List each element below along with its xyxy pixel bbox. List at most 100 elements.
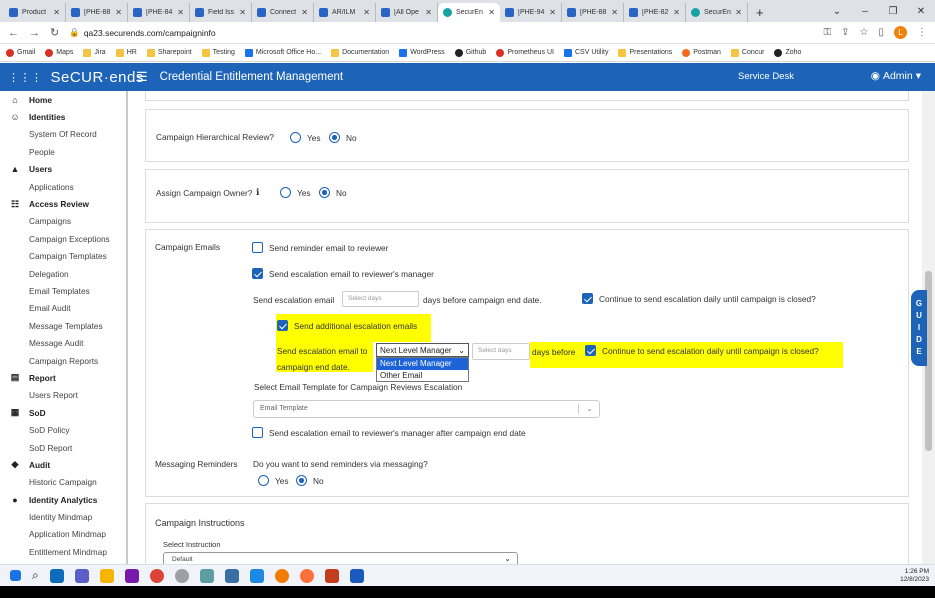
hamburger-menu-icon[interactable]: ☰	[136, 69, 148, 85]
bookmark-item[interactable]: Github	[454, 48, 486, 57]
tab-close-icon[interactable]: ✕	[115, 8, 122, 17]
tab-close-icon[interactable]: ✕	[363, 8, 370, 17]
sidebar-item-application-mindmap[interactable]: Application Mindmap	[0, 526, 126, 543]
send-to-select[interactable]: Next Level Manager ⌄	[376, 343, 469, 357]
continue-daily-checkbox-2[interactable]	[585, 345, 596, 356]
network-icon[interactable]	[249, 568, 264, 583]
sidebar-item-applications[interactable]: Applications	[0, 178, 126, 195]
tab-close-icon[interactable]: ✕	[301, 8, 308, 17]
firefox-icon[interactable]	[299, 568, 314, 583]
bookmark-item[interactable]: Concur	[730, 48, 764, 57]
hierarchical-review-yes-radio[interactable]	[290, 132, 301, 143]
word-icon[interactable]	[349, 568, 364, 583]
tab-close-icon[interactable]: ✕	[239, 8, 246, 17]
messaging-yes-radio[interactable]	[258, 475, 269, 486]
reload-icon[interactable]: ↻	[50, 26, 59, 39]
snipping-icon[interactable]	[174, 568, 189, 583]
continue-daily-checkbox[interactable]	[582, 293, 593, 304]
sidebar-item-identity-mindmap[interactable]: Identity Mindmap	[0, 508, 126, 525]
back-icon[interactable]: ←	[8, 27, 19, 39]
browser-tab[interactable]: Field Iss ✕	[190, 3, 252, 22]
postman-icon[interactable]	[274, 568, 289, 583]
remote-desktop-icon[interactable]	[224, 568, 239, 583]
browser-tab[interactable]: Connect ✕	[252, 3, 314, 22]
sidebar-item-message-audit[interactable]: Message Audit	[0, 334, 126, 351]
info-icon[interactable]: ℹ	[256, 187, 259, 198]
browser-tab[interactable]: [PHE-82 ✕	[624, 3, 686, 22]
browser-tab[interactable]: [PHE-94 ✕	[500, 3, 562, 22]
apps-grid-icon[interactable]: ⋮⋮⋮	[8, 71, 43, 84]
guide-tab[interactable]: GUIDE	[911, 290, 927, 366]
onenote-icon[interactable]	[124, 568, 139, 583]
messaging-no-radio[interactable]	[296, 475, 307, 486]
profile-avatar[interactable]: L	[894, 26, 907, 39]
browser-tab[interactable]: Product ✕	[4, 3, 66, 22]
chevron-down-icon[interactable]: ⌄	[823, 6, 851, 17]
email-template-select[interactable]: Email Template ⌄	[253, 400, 600, 418]
sidebar-item-sod-report[interactable]: SoD Report	[0, 439, 126, 456]
hierarchical-review-no-radio[interactable]	[329, 132, 340, 143]
sidebar-item-system-of-record[interactable]: System Of Record	[0, 126, 126, 143]
share-icon[interactable]: ⇪	[841, 27, 849, 38]
sidebar-item-users[interactable]: ▲ Users	[0, 161, 126, 178]
tab-close-icon[interactable]: ✕	[488, 8, 495, 17]
browser-tab[interactable]: [PHE-84 ✕	[128, 3, 190, 22]
instruction-select[interactable]: Default ⌄	[163, 552, 518, 564]
sidebar-item-sod[interactable]: ▦ SoD	[0, 404, 126, 421]
forward-icon[interactable]: →	[29, 27, 40, 39]
tab-close-icon[interactable]: ✕	[425, 8, 432, 17]
sidebar-item-campaign-exceptions[interactable]: Campaign Exceptions	[0, 230, 126, 247]
system-clock[interactable]: 1:26 PM 12/8/2023	[900, 568, 929, 584]
browser-tab[interactable]: [PHE-88 ✕	[562, 3, 624, 22]
sidebar-item-message-templates[interactable]: Message Templates	[0, 317, 126, 334]
bookmark-item[interactable]: Jira	[83, 48, 106, 57]
bookmark-item[interactable]: Maps	[45, 48, 73, 57]
sidebar-item-audit[interactable]: ◆ Audit	[0, 456, 126, 473]
sidebar-item-campaigns[interactable]: Campaigns	[0, 213, 126, 230]
sidebar-item-people[interactable]: People	[0, 143, 126, 160]
admin-menu[interactable]: ◉ Admin ▾	[871, 70, 921, 82]
assign-owner-no-radio[interactable]	[319, 187, 330, 198]
bookmark-item[interactable]: Postman	[682, 48, 721, 57]
bookmark-item[interactable]: CSV Utility	[564, 48, 608, 57]
sidebar-item-campaign-reports[interactable]: Campaign Reports	[0, 352, 126, 369]
bookmark-item[interactable]: Microsoft Office Ho...	[244, 48, 321, 57]
app-icon[interactable]	[199, 568, 214, 583]
menu-dots-icon[interactable]: ⋮	[917, 27, 927, 38]
sidebar-item-identity-analytics[interactable]: ● Identity Analytics	[0, 491, 126, 508]
file-explorer-icon[interactable]	[99, 568, 114, 583]
teams-icon[interactable]	[74, 568, 89, 583]
bookmark-item[interactable]: Sharepoint	[146, 48, 192, 57]
send-to-option[interactable]: Next Level Manager	[377, 358, 468, 370]
close-icon[interactable]: ✕	[907, 6, 935, 17]
sidebar-item-sod-policy[interactable]: SoD Policy	[0, 421, 126, 438]
browser-tab[interactable]: [PHE-88 ✕	[66, 3, 128, 22]
restore-icon[interactable]: ❐	[879, 6, 907, 17]
escalation-checkbox[interactable]	[252, 268, 263, 279]
sidebar-item-email-audit[interactable]: Email Audit	[0, 300, 126, 317]
bookmark-item[interactable]: Zoho	[774, 48, 801, 57]
tab-close-icon[interactable]: ✕	[735, 8, 742, 17]
tab-close-icon[interactable]: ✕	[53, 8, 60, 17]
escalation-days-input[interactable]: Select days	[342, 291, 419, 307]
star-icon[interactable]: ☆	[860, 27, 869, 38]
minimize-icon[interactable]: –	[851, 6, 879, 17]
powerpoint-icon[interactable]	[324, 568, 339, 583]
sidebar-item-users-report[interactable]: Users Report	[0, 387, 126, 404]
bookmark-item[interactable]: Documentation	[331, 48, 389, 57]
bookmark-item[interactable]: Prometheus UI	[496, 48, 554, 57]
bookmark-item[interactable]: WordPress	[399, 48, 445, 57]
sidebar-item-identities[interactable]: ☺ Identities	[0, 108, 126, 125]
bookmark-item[interactable]: Testing	[201, 48, 235, 57]
url-field[interactable]: 🔒 qa23.securends.com/campaigninfo	[69, 27, 215, 38]
new-tab-button[interactable]: +	[748, 3, 772, 22]
sidebar-item-delegation[interactable]: Delegation	[0, 265, 126, 282]
browser-tab[interactable]: SecurEn ✕	[686, 3, 748, 22]
send-to-option[interactable]: Other Email	[377, 370, 468, 382]
sidebar-item-home[interactable]: ⌂ Home	[0, 91, 126, 108]
sidebar-item-entitlement-mindmap[interactable]: Entitlement Mindmap	[0, 543, 126, 560]
tab-close-icon[interactable]: ✕	[611, 8, 618, 17]
assign-owner-yes-radio[interactable]	[280, 187, 291, 198]
bookmark-item[interactable]: HR	[115, 48, 137, 57]
bookmark-item[interactable]: Presentations	[618, 48, 672, 57]
